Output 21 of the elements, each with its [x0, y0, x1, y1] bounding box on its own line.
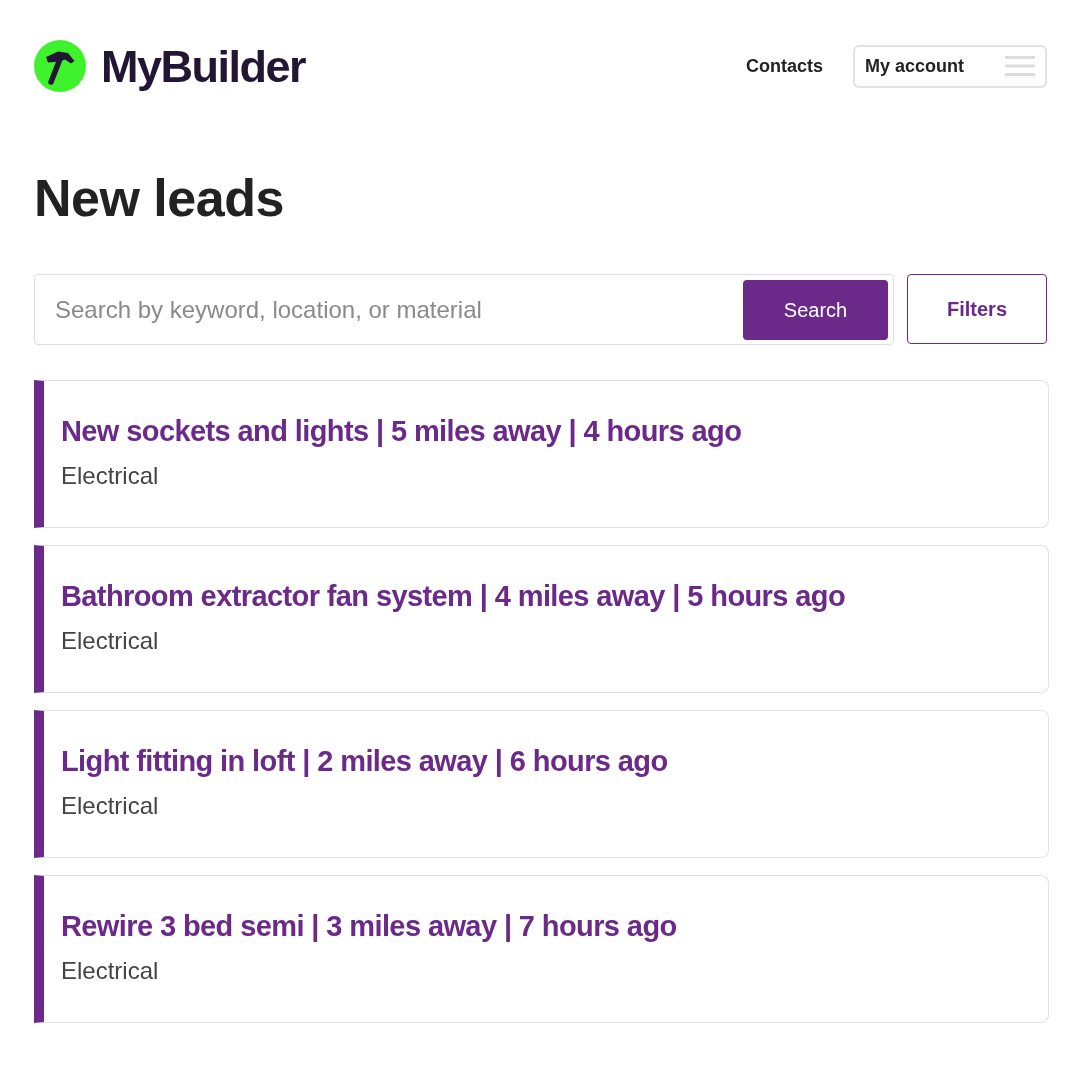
lead-card[interactable]: Rewire 3 bed semi | 3 miles away | 7 hours ago Electrical [34, 875, 1049, 1023]
lead-category: Electrical [61, 626, 159, 656]
hammer-logo-icon [34, 40, 86, 92]
lead-card[interactable]: Bathroom extractor fan system | 4 miles away | 5 hours ago Electrical [34, 545, 1049, 693]
filters-button[interactable]: Filters [907, 274, 1047, 344]
search-button[interactable]: Search [743, 279, 888, 340]
lead-title-link[interactable]: New sockets and lights | 5 miles away | 4 hours ago [61, 413, 742, 449]
lead-title-link[interactable]: Light fitting in loft | 2 miles away | 6 hours ago [61, 743, 668, 779]
lead-category: Electrical [61, 956, 159, 986]
lead-card[interactable]: New sockets and lights | 5 miles away | 4 hours ago Electrical [34, 380, 1049, 528]
page-title: New leads [34, 172, 284, 224]
lead-category: Electrical [61, 461, 159, 491]
logo-text[interactable]: MyBuilder [101, 43, 306, 89]
contacts-link[interactable]: Contacts [746, 52, 823, 80]
search-field[interactable]: Search by keyword, location, or material Search [34, 274, 894, 345]
lead-card[interactable]: Light fitting in loft | 2 miles away | 6 hours ago Electrical [34, 710, 1049, 858]
lead-category: Electrical [61, 791, 159, 821]
account-menu-button[interactable]: My account [853, 44, 1047, 88]
menu-icon [1005, 56, 1035, 76]
lead-title-link[interactable]: Bathroom extractor fan system | 4 miles away | 5 hours ago [61, 578, 846, 614]
lead-title-link[interactable]: Rewire 3 bed semi | 3 miles away | 7 hours ago [61, 908, 677, 944]
